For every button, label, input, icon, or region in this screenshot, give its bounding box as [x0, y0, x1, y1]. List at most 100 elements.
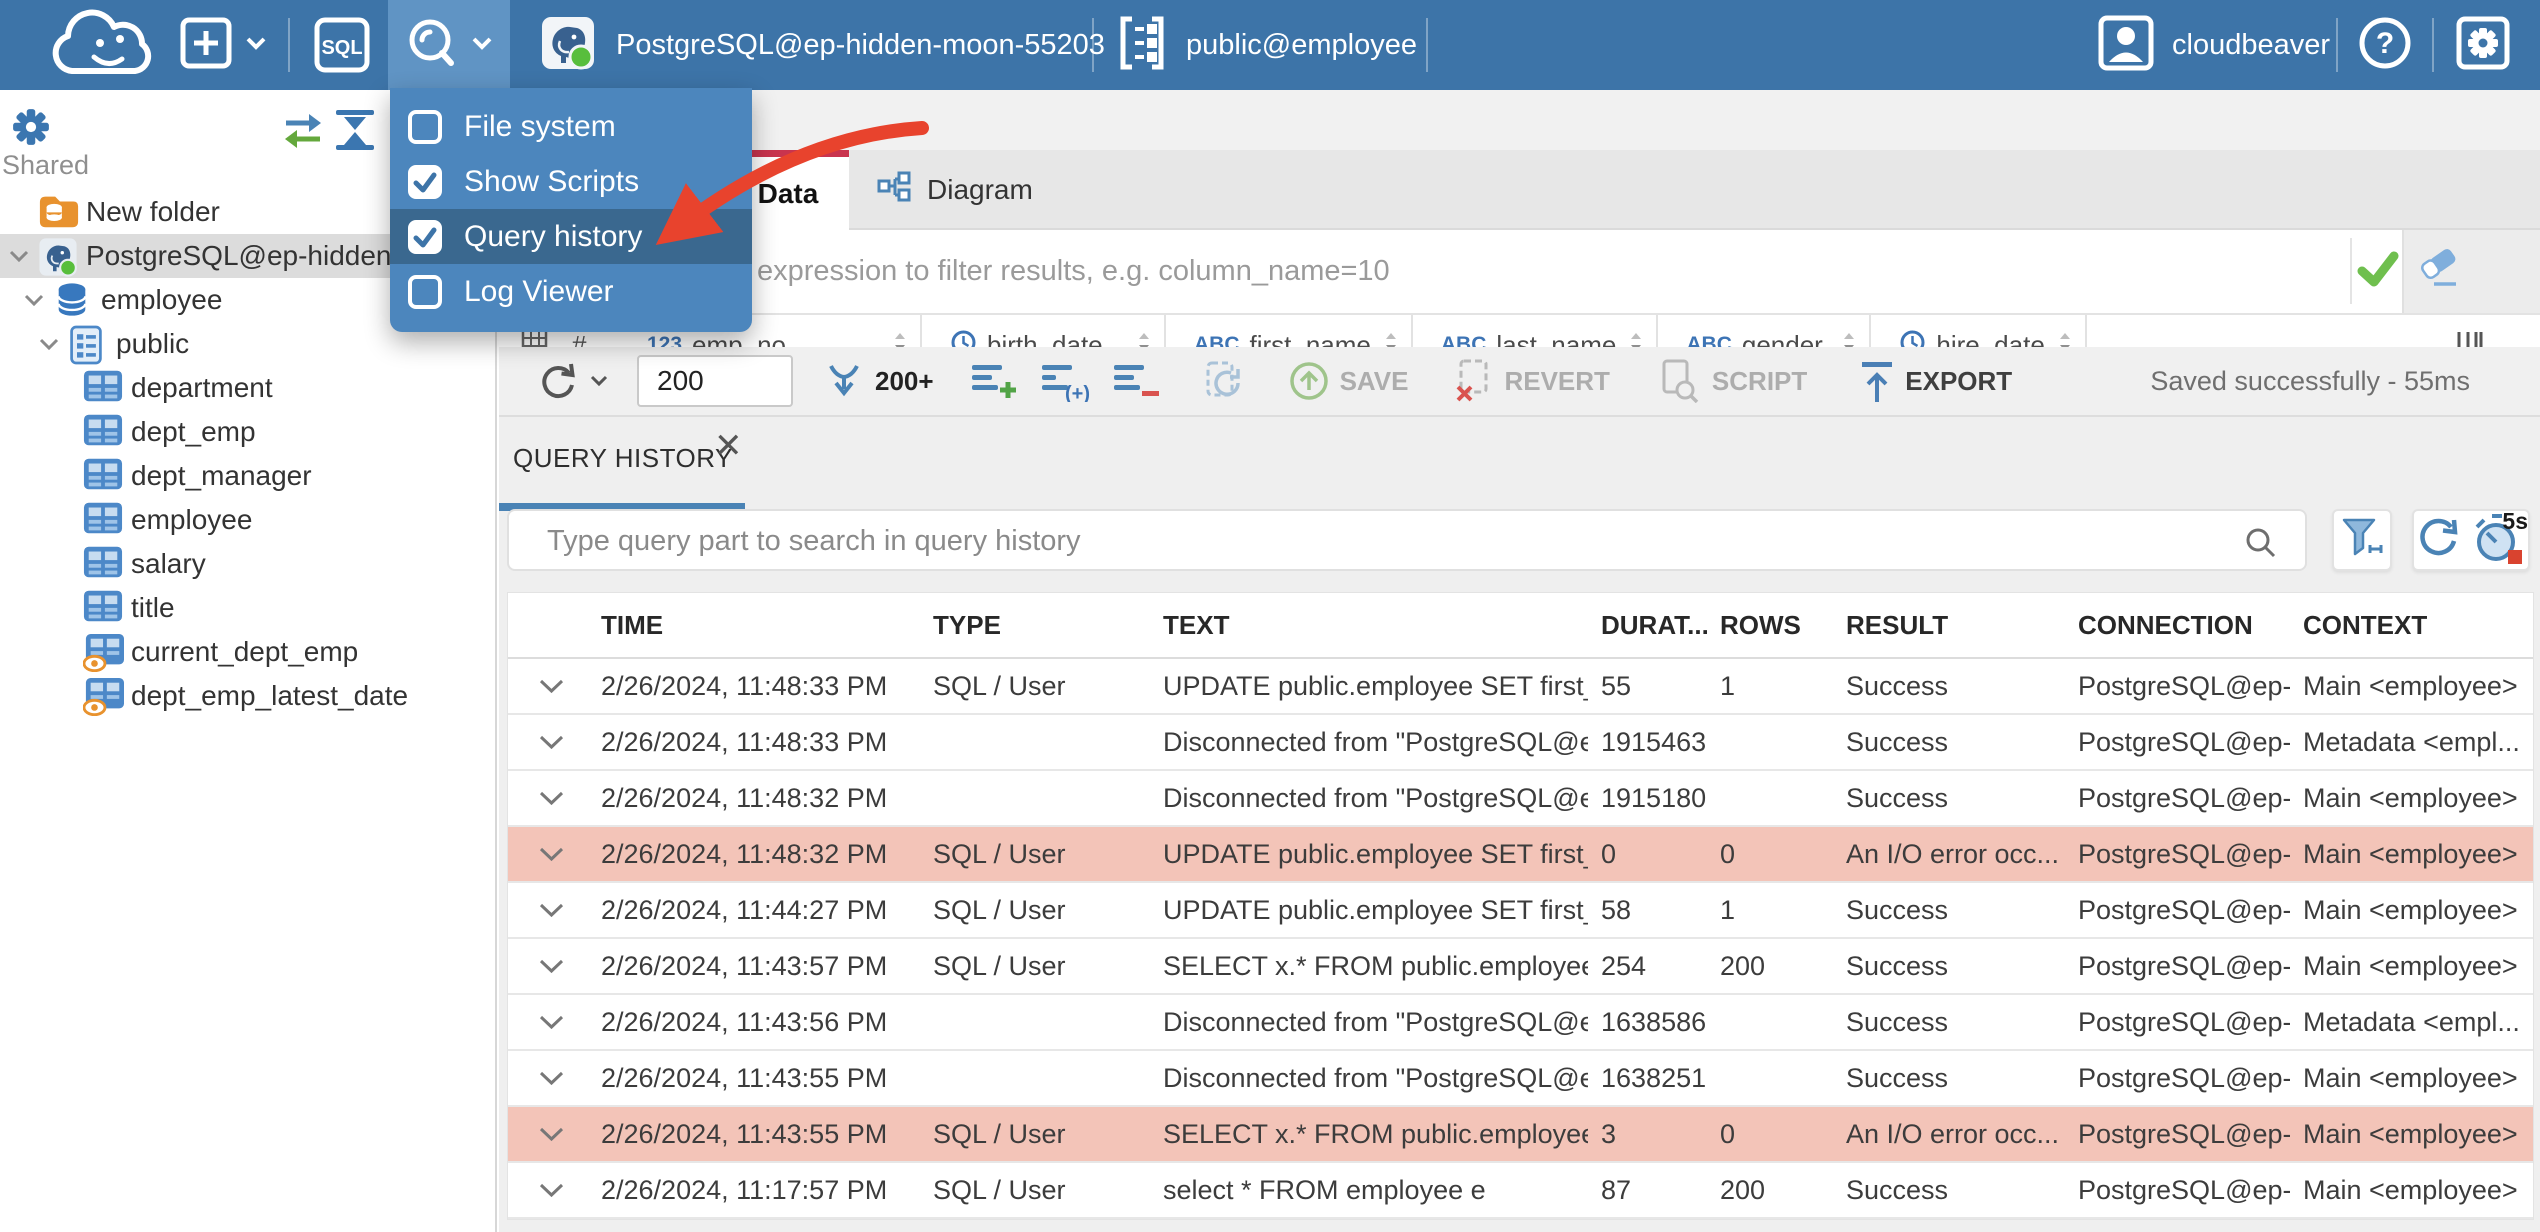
refresh-icon[interactable]	[2416, 515, 2462, 566]
sql-button-label: SQL	[321, 37, 362, 59]
search-icon[interactable]	[2243, 525, 2279, 566]
columns-config-icon[interactable]	[2456, 330, 2484, 347]
export-button[interactable]: EXPORT	[1859, 360, 2012, 402]
auto-refresh-timer-icon[interactable]: 5s	[2470, 508, 2528, 568]
expand-row-chevron-icon[interactable]	[508, 1014, 588, 1031]
apply-filter-button[interactable]	[2350, 238, 2404, 304]
sql-editor-button[interactable]: SQL	[314, 0, 370, 90]
query-history-row[interactable]: 2/26/2024, 11:43:55 PM SQL / User SELECT x…	[508, 1107, 2533, 1163]
eraser-icon[interactable]	[2416, 248, 2462, 295]
checkbox-checked-icon[interactable]	[408, 219, 442, 254]
chevron-down-icon[interactable]	[23, 293, 45, 312]
settings-button[interactable]	[2456, 0, 2510, 90]
menu-item-query-history[interactable]: Query history	[390, 209, 752, 264]
grid-column-header-last-name[interactable]: ABC last_name	[1413, 315, 1659, 347]
history-refresh-group[interactable]: 5s	[2412, 508, 2530, 571]
query-history-row[interactable]: 2/26/2024, 11:43:56 PM Disconnected from …	[508, 995, 2533, 1051]
expand-row-chevron-icon[interactable]	[508, 846, 588, 863]
history-filter-button[interactable]	[2332, 509, 2392, 571]
tree-item-title[interactable]: title	[0, 586, 497, 630]
cell-connection: PostgreSQL@ep-...	[2078, 1006, 2290, 1037]
fetch-more-button[interactable]: 200+	[823, 362, 934, 400]
revert-button[interactable]: REVERT	[1452, 359, 1610, 403]
expand-row-chevron-icon[interactable]	[508, 1126, 588, 1143]
new-connection-button[interactable]	[180, 0, 268, 90]
expand-row-chevron-icon[interactable]	[508, 734, 588, 751]
tree-item-dept-manager[interactable]: dept_manager	[0, 454, 497, 498]
query-history-row[interactable]: 2/26/2024, 11:43:57 PM SQL / User SELECT x…	[508, 939, 2533, 995]
expand-row-chevron-icon[interactable]	[508, 958, 588, 975]
tree-item-dept-emp[interactable]: dept_emp	[0, 410, 497, 454]
query-history-search-input[interactable]	[545, 515, 2229, 567]
expand-row-chevron-icon[interactable]	[508, 1070, 588, 1087]
expand-row-chevron-icon[interactable]	[508, 790, 588, 807]
tree-item-label: employee	[101, 284, 223, 315]
tab-diagram[interactable]: Diagram	[851, 150, 1059, 230]
sort-icon[interactable]	[1626, 329, 1646, 347]
row-limit-input[interactable]	[637, 355, 793, 407]
tree-item-department[interactable]: department	[0, 366, 497, 410]
delete-row-button[interactable]	[1112, 360, 1162, 402]
tree-item-employee[interactable]: employee	[0, 498, 497, 542]
column-header-text[interactable]: TEXT	[1150, 610, 1588, 641]
sort-icon[interactable]	[1381, 329, 1401, 347]
query-history-row[interactable]: 2/26/2024, 11:48:33 PM SQL / User UPDATE p…	[508, 659, 2533, 715]
sort-icon[interactable]	[2055, 329, 2075, 347]
query-history-row[interactable]: 2/26/2024, 11:48:32 PM Disconnected from …	[508, 771, 2533, 827]
menu-item-show-scripts[interactable]: Show Scripts	[390, 154, 752, 209]
column-type-badge: 123	[647, 333, 683, 347]
column-header-connection[interactable]: CONNECTION	[2065, 610, 2290, 641]
tree-item-dept-emp-latest-date[interactable]: dept_emp_latest_date	[0, 674, 497, 718]
expand-row-chevron-icon[interactable]	[508, 902, 588, 919]
grid-column-header-first-name[interactable]: ABC first_name	[1166, 315, 1413, 347]
tools-menu-button[interactable]	[404, 0, 494, 90]
sidebar-settings-gear-icon[interactable]	[8, 104, 54, 155]
grid-column-header-birth-date[interactable]: birth_date	[922, 315, 1166, 347]
column-header-type[interactable]: TYPE	[920, 610, 1150, 641]
chevron-down-icon[interactable]	[38, 337, 60, 356]
add-row-button[interactable]	[970, 360, 1020, 402]
expand-row-chevron-icon[interactable]	[508, 678, 588, 695]
sync-connection-icon[interactable]	[278, 110, 328, 157]
refresh-script-button[interactable]	[1200, 359, 1246, 403]
checkbox-unchecked-icon[interactable]	[408, 274, 442, 309]
connection-selector[interactable]: PostgreSQL@ep-hidden-moon-55203	[540, 0, 1105, 90]
menu-item-log-viewer[interactable]: Log Viewer	[390, 264, 752, 319]
duplicate-row-button[interactable]: (+)	[1040, 360, 1092, 402]
script-button[interactable]: SCRIPT	[1658, 359, 1807, 403]
column-header-durat-[interactable]: DURAT...	[1588, 610, 1707, 641]
cell-context: Main <employee>	[2303, 1118, 2518, 1149]
checkbox-unchecked-icon[interactable]	[408, 109, 442, 144]
checkbox-checked-icon[interactable]	[408, 164, 442, 199]
column-header-rows[interactable]: ROWS	[1707, 610, 1833, 641]
query-history-row[interactable]: 2/26/2024, 11:17:57 PM SQL / User select *…	[508, 1163, 2533, 1219]
save-button[interactable]: SAVE	[1288, 360, 1408, 402]
sort-icon[interactable]	[1839, 329, 1859, 347]
collapse-all-icon[interactable]	[332, 108, 378, 157]
query-history-tab[interactable]: QUERY HISTORY	[513, 443, 733, 474]
grid-column-header-hire-date[interactable]: hire_date	[1871, 315, 2087, 347]
close-icon[interactable]: ✕	[714, 429, 743, 463]
help-button[interactable]: ?	[2358, 0, 2412, 90]
cell-connection: PostgreSQL@ep-...	[2078, 782, 2290, 813]
sort-icon[interactable]	[1134, 329, 1154, 347]
schema-selector[interactable]: public@employee	[1116, 0, 1417, 90]
query-history-row[interactable]: 2/26/2024, 11:48:32 PM SQL / User UPDATE p…	[508, 827, 2533, 883]
expand-row-chevron-icon[interactable]	[508, 1182, 588, 1199]
refresh-button[interactable]	[537, 360, 609, 402]
column-header-context[interactable]: CONTEXT	[2290, 610, 2533, 641]
query-history-row[interactable]: 2/26/2024, 11:48:33 PM Disconnected from …	[508, 715, 2533, 771]
tree-item-salary[interactable]: salary	[0, 542, 497, 586]
sort-icon[interactable]	[890, 329, 910, 347]
grid-column-header-gender[interactable]: ABC gender	[1658, 315, 1872, 347]
column-header-result[interactable]: RESULT	[1833, 610, 2065, 641]
chevron-down-icon[interactable]	[8, 249, 30, 268]
cloudbeaver-logo[interactable]	[28, 0, 170, 90]
data-filter-bar[interactable]: expression to filter results, e.g. colum…	[499, 230, 2540, 315]
user-menu[interactable]: cloudbeaver	[2098, 0, 2330, 90]
menu-item-file-system[interactable]: File system	[390, 99, 752, 154]
column-header-time[interactable]: TIME	[588, 610, 920, 641]
tree-item-current-dept-emp[interactable]: current_dept_emp	[0, 630, 497, 674]
query-history-row[interactable]: 2/26/2024, 11:44:27 PM SQL / User UPDATE p…	[508, 883, 2533, 939]
query-history-row[interactable]: 2/26/2024, 11:43:55 PM Disconnected from …	[508, 1051, 2533, 1107]
